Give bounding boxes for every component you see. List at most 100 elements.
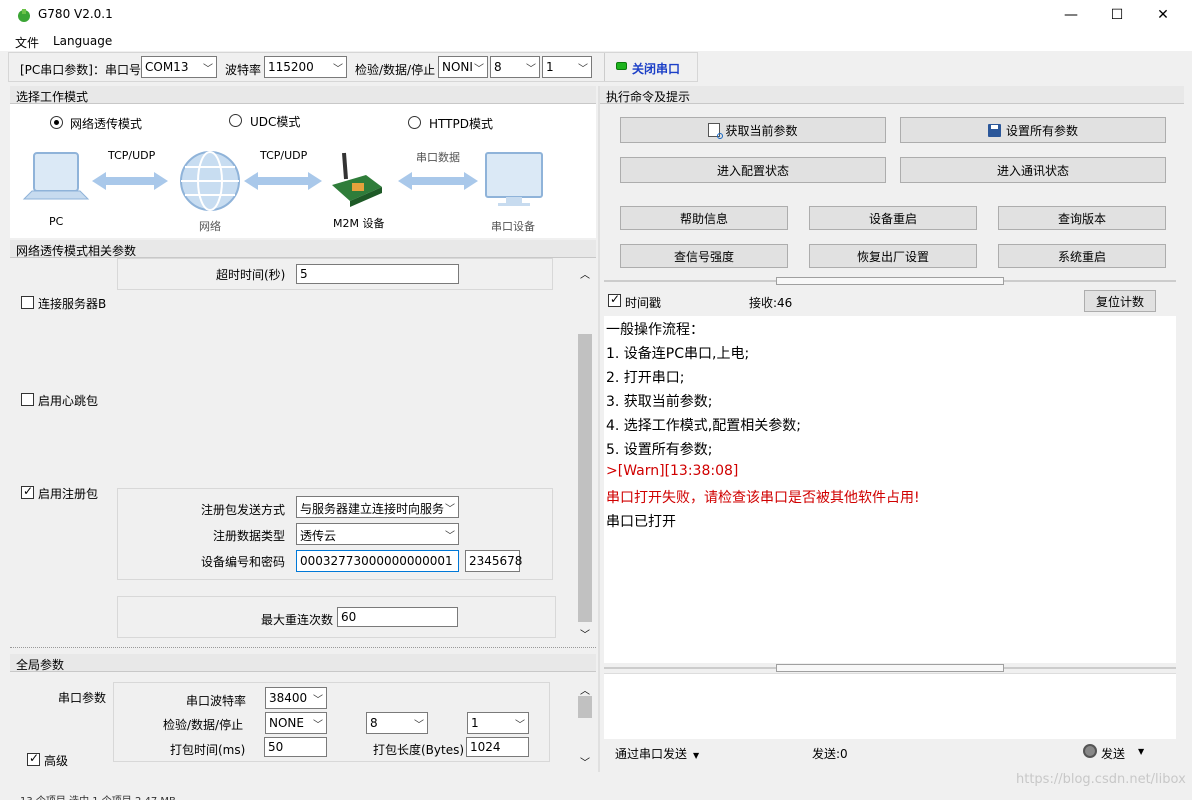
send-input-area[interactable] xyxy=(604,673,1176,739)
window-title: G780 V2.0.1 xyxy=(38,7,113,21)
register-label: 启用注册包 xyxy=(38,487,99,501)
send-icon xyxy=(1083,744,1097,758)
menu-language[interactable]: Language xyxy=(53,34,112,48)
sent-count: 发送:0 xyxy=(812,747,848,761)
advanced-checkbox[interactable] xyxy=(27,751,40,766)
server-b-checkbox[interactable] xyxy=(21,296,34,309)
parity-select[interactable]: NONI ﹀ xyxy=(438,56,488,78)
chevron-down-icon: ﹀ xyxy=(445,531,455,542)
device-reboot-button[interactable]: 设备重启 xyxy=(809,206,977,230)
scroll-up-icon[interactable]: ︿ xyxy=(580,266,590,281)
factory-reset-button[interactable]: 恢复出厂设置 xyxy=(809,244,977,268)
reg-send-label: 注册包发送方式 xyxy=(201,503,286,517)
scroll-thumb[interactable] xyxy=(578,696,592,718)
send-via-dropdown[interactable]: 通过串口发送 ▼ xyxy=(615,745,699,762)
scroll-down-icon[interactable]: ﹀ xyxy=(580,626,590,641)
vertical-divider[interactable] xyxy=(598,86,600,772)
send-button[interactable]: 发送 ▼ xyxy=(1080,741,1148,763)
maximize-icon[interactable]: ☐ xyxy=(1094,0,1140,30)
system-reboot-button[interactable]: 系统重启 xyxy=(998,244,1166,268)
port-select[interactable]: COM13 ﹀ xyxy=(141,56,217,78)
heartbeat-label: 启用心跳包 xyxy=(38,394,99,408)
splitter-grip[interactable] xyxy=(776,277,1004,285)
timestamp-checkbox[interactable] xyxy=(608,292,621,307)
signal-button[interactable]: 查信号强度 xyxy=(620,244,788,268)
stopbits-select[interactable]: 1 ﹀ xyxy=(542,56,592,78)
global-baud-label: 串口波特率 xyxy=(186,694,247,708)
log-line: 5. 设置所有参数; xyxy=(606,442,713,458)
mode-label-httpd: HTTPD模式 xyxy=(429,117,493,131)
max-reconnect-input[interactable]: 60 xyxy=(337,607,458,627)
log-line-warn: >[Warn][13:38:08] xyxy=(606,463,739,479)
global-parity-label: 检验/数据/停止 xyxy=(163,718,244,732)
mode-label-udc: UDC模式 xyxy=(250,115,301,129)
net-params-title: 网络透传模式相关参数 xyxy=(10,240,596,258)
parity-label: 检验/数据/停止 xyxy=(355,63,436,77)
log-line: 一般操作流程： xyxy=(606,322,704,338)
chevron-down-icon: ﹀ xyxy=(474,64,484,75)
log-line-error: 串口打开失败，请检查该串口是否被其他软件占用! xyxy=(606,490,920,506)
max-reconnect-label: 最大重连次数 xyxy=(261,613,334,627)
scroll-thumb[interactable] xyxy=(578,334,592,622)
databits-select[interactable]: 8 ﹀ xyxy=(490,56,540,78)
enter-comm-button[interactable]: 进入通讯状态 xyxy=(900,157,1166,183)
mode-radio-udc[interactable] xyxy=(229,114,242,127)
reg-send-select[interactable]: 与服务器建立连接时向服务 ﹀ xyxy=(296,496,459,518)
baud-select[interactable]: 115200 ﹀ xyxy=(264,56,347,78)
mode-section-title: 选择工作模式 xyxy=(10,86,596,104)
close-port-button[interactable]: 关闭串口 xyxy=(604,53,690,81)
mode-radio-httpd[interactable] xyxy=(408,116,421,129)
chevron-down-icon: ﹀ xyxy=(313,720,323,731)
heartbeat-checkbox[interactable] xyxy=(21,393,34,406)
watermark-text: https://blog.csdn.net/libox xyxy=(1016,772,1186,787)
timeout-input[interactable]: 5 xyxy=(296,264,459,284)
timeout-label: 超时时间(秒) xyxy=(216,268,286,282)
splitter-grip[interactable] xyxy=(776,664,1004,672)
global-params-title: 全局参数 xyxy=(10,654,596,672)
global-scrollbar[interactable]: ︿ ﹀ xyxy=(577,680,593,770)
register-checkbox[interactable] xyxy=(21,484,34,499)
link-label-1: TCP/UDP xyxy=(108,149,156,162)
pack-len-input[interactable]: 1024 xyxy=(466,737,529,757)
server-b-label: 连接服务器B xyxy=(38,297,107,311)
get-params-button[interactable]: 获取当前参数 xyxy=(620,117,886,143)
globe-icon xyxy=(180,151,240,211)
password-input[interactable]: 2345678 xyxy=(465,550,522,572)
port-label: [PC串口参数]：串口号 xyxy=(20,63,141,77)
global-databits-select[interactable]: 8 ﹀ xyxy=(366,712,428,734)
reset-count-button[interactable]: 复位计数 xyxy=(1084,290,1156,312)
global-stopbits-select[interactable]: 1 ﹀ xyxy=(467,712,529,734)
link-label-3: 串口数据 xyxy=(416,151,460,164)
save-icon xyxy=(987,123,1001,137)
device-id-input[interactable]: 00032773000000000001 xyxy=(296,550,459,572)
enter-config-button[interactable]: 进入配置状态 xyxy=(620,157,886,183)
log-line: 1. 设备连PC串口,上电; xyxy=(606,346,750,362)
menu-file[interactable]: 文件 xyxy=(15,34,39,51)
set-params-button[interactable]: 设置所有参数 xyxy=(900,117,1166,143)
pack-time-input[interactable]: 50 xyxy=(264,737,327,757)
chevron-down-icon: ﹀ xyxy=(414,720,424,731)
log-line: 3. 获取当前参数; xyxy=(606,394,713,410)
close-icon[interactable]: ✕ xyxy=(1140,0,1186,30)
reg-data-select[interactable]: 透传云 ﹀ xyxy=(296,523,459,545)
chevron-down-icon: ﹀ xyxy=(445,500,455,515)
menu-bar: 文件 Language xyxy=(0,30,1192,51)
mode-label-transparent: 网络透传模式 xyxy=(70,117,143,131)
right-panel-title: 执行命令及提示 xyxy=(600,86,1184,104)
diagram-m2m-label: M2M 设备 xyxy=(333,217,385,230)
status-led-icon xyxy=(616,62,627,70)
net-params-scrollbar[interactable]: ︿ ﹀ xyxy=(577,262,593,641)
minimize-icon[interactable]: — xyxy=(1048,0,1094,30)
chevron-down-icon: ﹀ xyxy=(526,64,536,75)
mode-radio-transparent[interactable] xyxy=(50,116,63,129)
scroll-down-icon[interactable]: ﹀ xyxy=(580,754,590,769)
global-parity-select[interactable]: NONE ﹀ xyxy=(265,712,327,734)
search-doc-icon xyxy=(708,123,724,139)
splitter[interactable] xyxy=(10,647,596,651)
diagram-pc-label: PC xyxy=(49,215,64,228)
help-button[interactable]: 帮助信息 xyxy=(620,206,788,230)
scroll-up-icon[interactable]: ︿ xyxy=(580,682,590,697)
global-baud-select[interactable]: 38400 ﹀ xyxy=(265,687,327,709)
serial-device-icon xyxy=(485,152,543,206)
version-button[interactable]: 查询版本 xyxy=(998,206,1166,230)
